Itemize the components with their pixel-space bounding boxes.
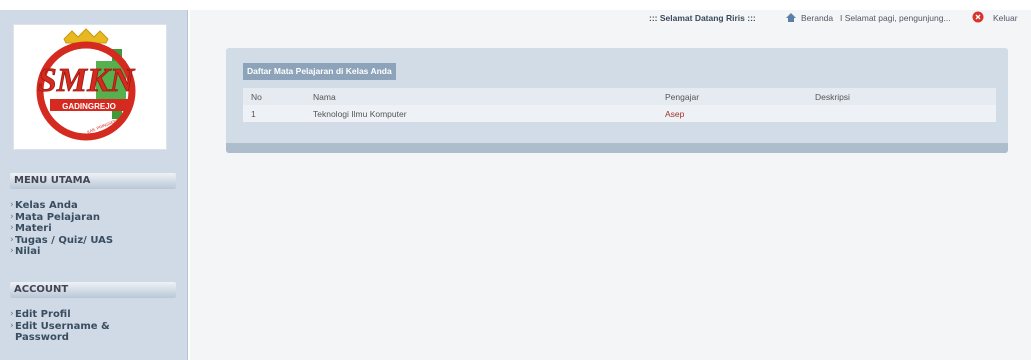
menu-item-kelas-anda[interactable]: Kelas Anda (10, 200, 180, 212)
column-header-nama: Nama (313, 91, 336, 102)
subjects-panel: Daftar Mata Pelajaran di Kelas Anda No N… (226, 48, 1008, 153)
greeting-text: ::: Selamat Datang Riris ::: (649, 13, 756, 23)
menu-utama-header: MENU UTAMA (10, 173, 176, 189)
logo-main-text: SMKN (38, 62, 136, 99)
logout-link[interactable]: Keluar (993, 13, 1018, 23)
main-menu: Kelas Anda Mata Pelajaran Materi Tugas /… (10, 200, 180, 258)
menu-item-tugas[interactable]: Tugas / Quiz/ UAS (10, 235, 180, 247)
logo-banner-text: GADINGREJO (62, 102, 116, 111)
table-row: 1 Teknologi Ilmu Komputer Asep (243, 105, 996, 122)
menu-item-edit-profil[interactable]: Edit Profil (10, 309, 180, 321)
pengajar-link[interactable]: Asep (665, 109, 684, 119)
cell-no: 1 (251, 108, 256, 119)
sidebar: GADINGREJO SMKN KAB. PRINGSEWU MENU UTAM… (0, 10, 188, 360)
top-bar: ::: Selamat Datang Riris ::: Beranda I S… (190, 10, 1031, 28)
menu-item-edit-username-password[interactable]: Edit Username & Password (10, 321, 110, 344)
home-link[interactable]: Beranda (801, 13, 833, 23)
table-header-row: No Nama Pengajar Deskripsi (243, 88, 996, 105)
menu-item-nilai[interactable]: Nilai (10, 246, 180, 258)
school-logo: GADINGREJO SMKN KAB. PRINGSEWU (13, 24, 167, 150)
cell-nama: Teknologi Ilmu Komputer (313, 108, 407, 119)
cell-pengajar: Asep (657, 105, 807, 122)
column-header-no: No (251, 91, 262, 102)
panel-title: Daftar Mata Pelajaran di Kelas Anda (243, 63, 396, 80)
account-menu: Edit Profil Edit Username & Password (10, 309, 180, 344)
cell-deskripsi (807, 105, 996, 122)
logo-graphic: GADINGREJO SMKN KAB. PRINGSEWU (36, 28, 136, 141)
column-header-deskripsi: Deskripsi (815, 91, 850, 102)
panel-footer-bar (226, 143, 1008, 153)
column-header-pengajar: Pengajar (665, 91, 700, 102)
logout-icon[interactable] (972, 11, 984, 25)
subjects-table: No Nama Pengajar Deskripsi 1 Teknologi I… (243, 88, 996, 122)
home-icon[interactable] (785, 12, 797, 25)
scrolling-message: I Selamat pagi, pengunjung... (840, 13, 951, 23)
account-header: ACCOUNT (10, 282, 176, 298)
menu-item-materi[interactable]: Materi (10, 223, 180, 235)
menu-item-mata-pelajaran[interactable]: Mata Pelajaran (10, 212, 180, 224)
